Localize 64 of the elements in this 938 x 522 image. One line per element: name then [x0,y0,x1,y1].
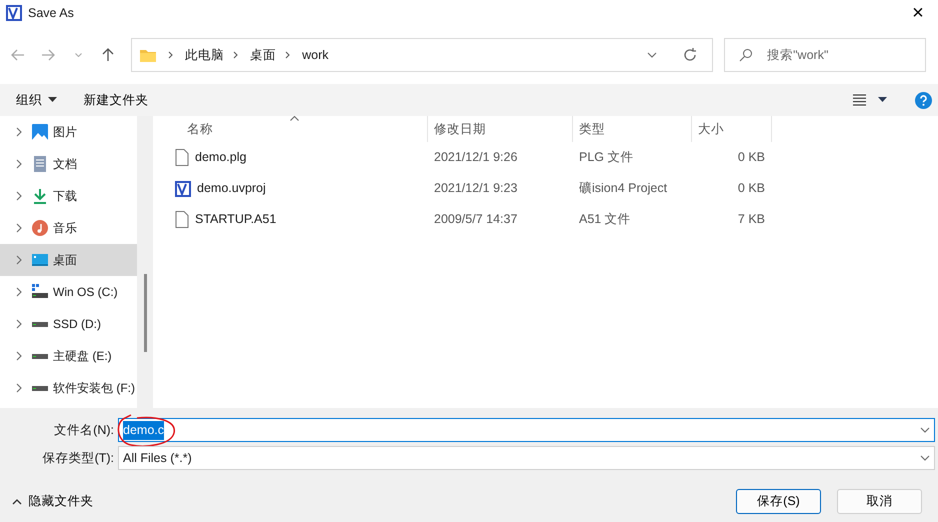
field-label: 文件名(N): [53,422,115,439]
address-bar[interactable]: 此电脑 桌面 work [131,38,714,72]
help-button[interactable] [915,90,932,110]
breadcrumb-item[interactable]: 此电脑 [185,46,224,64]
recent-dropdown-icon [74,53,82,57]
chevron-icon [14,383,24,393]
music-icon [32,220,48,236]
sidebar-item[interactable]: 软件安装包 (F:) [0,372,137,404]
back-icon [10,47,26,63]
downloads-icon [32,188,48,204]
chevron-icon [14,319,24,329]
column-header[interactable]: 名称 [153,116,428,142]
chevron-icon [14,223,24,233]
app-icon [6,5,22,21]
save-button[interactable]: 保存(S) [736,489,821,514]
chevron-icon [14,159,24,169]
folder-icon [139,47,158,63]
field-label: 保存类型(T): [42,450,115,467]
desktop-icon [32,252,48,268]
help-icon [915,92,932,109]
search-field[interactable]: 搜索"work" [724,38,926,72]
cancel-button[interactable]: 取消 [837,489,922,514]
chevron-icon [14,191,24,201]
column-header[interactable]: 类型 [573,116,692,142]
file-row[interactable]: demo.plg 2021/12/1 9:26 PLG 文件 0 KB [153,142,938,173]
sidebar-item[interactable]: 音乐 [0,212,137,244]
file-row[interactable]: demo.uvproj 2021/12/1 9:23 礦ision4 Project 0 KB [153,173,938,204]
hide-folders-button[interactable]: 隐藏文件夹 [6,491,100,512]
new-folder-button[interactable]: 新建文件夹 [77,90,154,110]
sidebar-item[interactable]: Win OS (C:) [0,276,137,308]
sidebar-item[interactable]: 图片 [0,116,137,148]
file-row[interactable]: STARTUP.A51 2009/5/7 14:37 A51 文件 7 KB [153,204,938,235]
window-title: Save As [28,4,74,22]
caret-icon [48,97,58,103]
chevron-icon [14,351,24,361]
breadcrumb-item[interactable]: 桌面 [250,46,276,64]
breadcrumb-item[interactable]: work [302,46,329,64]
organize-button[interactable]: 组织 [10,90,64,110]
file-icon [175,211,189,228]
project-icon [175,180,191,196]
list-view-icon [852,94,866,106]
file-icon [175,149,189,166]
chevron-icon [14,255,24,265]
close-button[interactable]: × [898,2,938,24]
scrollbar-thumb[interactable] [144,274,147,352]
search-icon [739,48,754,62]
sidebar-item[interactable]: 下载 [0,180,137,212]
pictures-icon [32,124,48,140]
forward-icon [40,47,56,63]
column-header[interactable]: 修改日期 [428,116,573,142]
refresh-icon [682,47,698,63]
file-type-dropdown[interactable]: All Files (*.*) [118,446,935,470]
column-header[interactable]: 大小 [692,116,772,142]
sidebar-item[interactable]: SSD (D:) [0,308,137,340]
sidebar-item[interactable]: 文档 [0,148,137,180]
documents-icon [32,156,48,172]
system-drive-icon [32,284,48,300]
chevron-icon [14,287,24,297]
chevron-icon [14,127,24,137]
sidebar-item[interactable]: 主硬盘 (E:) [0,340,137,372]
chevron-icon [12,498,22,506]
sort-icon [290,116,299,121]
caret-icon [878,97,887,103]
sidebar-item[interactable]: 桌面 [0,244,137,276]
